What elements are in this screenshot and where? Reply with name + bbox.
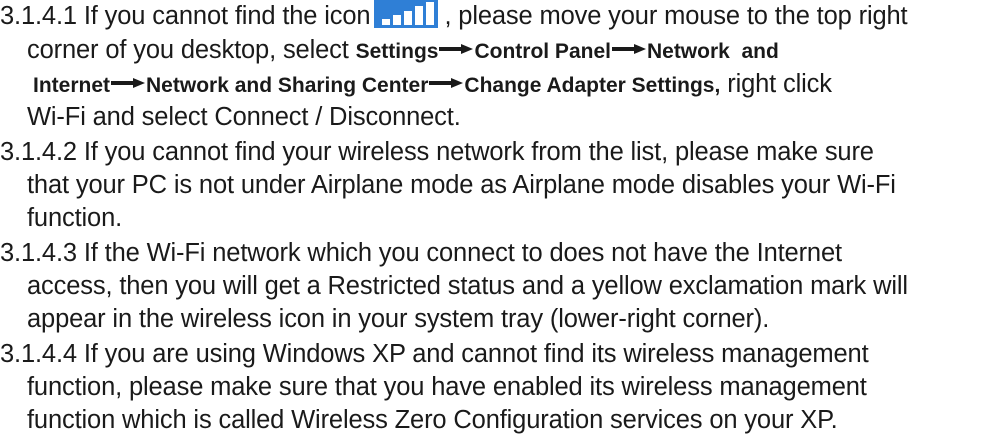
path-network-and-sharing-center: Network and Sharing Center [146,74,429,97]
item-3-1-4-1-text-before-icon: 3.1.4.1 If you cannot find the icon [0,2,371,30]
right-arrow-icon [429,78,464,89]
item-3-1-4-3-line-3: appear in the wireless icon in your syst… [27,305,770,333]
item-3-1-4-2-line-2: that your PC is not under Airplane mode … [27,171,896,199]
item-3-1-4-2-line-1: 3.1.4.2 If you cannot find your wireless… [0,138,874,166]
right-arrow-icon [111,78,146,89]
item-3-1-4-1-line-3-suffix: right click [720,70,832,98]
item-3-1-4-4-line-3: function which is called Wireless Zero C… [27,406,838,434]
item-3-1-4-1-line-1: 3.1.4.1 If you cannot find the icon , pl… [0,0,908,33]
right-arrow-icon [611,44,646,55]
path-network-and-internet-part-2: Internet [33,74,111,97]
right-arrow-icon [439,44,474,55]
item-3-1-4-1-line-3: Internet Network and Sharing Center Change… [33,67,832,103]
path-change-adapter-settings: Change Adapter Settings, [464,74,721,97]
item-3-1-4-2-line-3: function. [27,204,123,232]
path-settings: Settings [355,40,439,63]
path-control-panel: Control Panel [474,40,611,63]
item-3-1-4-4-line-1: 3.1.4.4 If you are using Windows XP and … [0,340,869,368]
item-3-1-4-4-line-2: function, please make sure that you have… [27,373,867,401]
wifi-signal-icon [374,0,439,29]
item-3-1-4-1-line-2-prefix: corner of you desktop, select [27,36,356,64]
item-3-1-4-1-line-4: Wi-Fi and select Connect / Disconnect. [27,103,461,131]
item-3-1-4-1-text-after-icon: , please move your mouse to the top righ… [444,2,908,30]
path-network-and-internet-part-1: Network and [646,40,779,63]
item-3-1-4-3-line-1: 3.1.4.3 If the Wi-Fi network which you c… [0,239,842,267]
item-3-1-4-3-line-2: access, then you will get a Restricted s… [27,272,908,300]
item-3-1-4-1-line-2: corner of you desktop, select Settings Co… [27,33,779,69]
